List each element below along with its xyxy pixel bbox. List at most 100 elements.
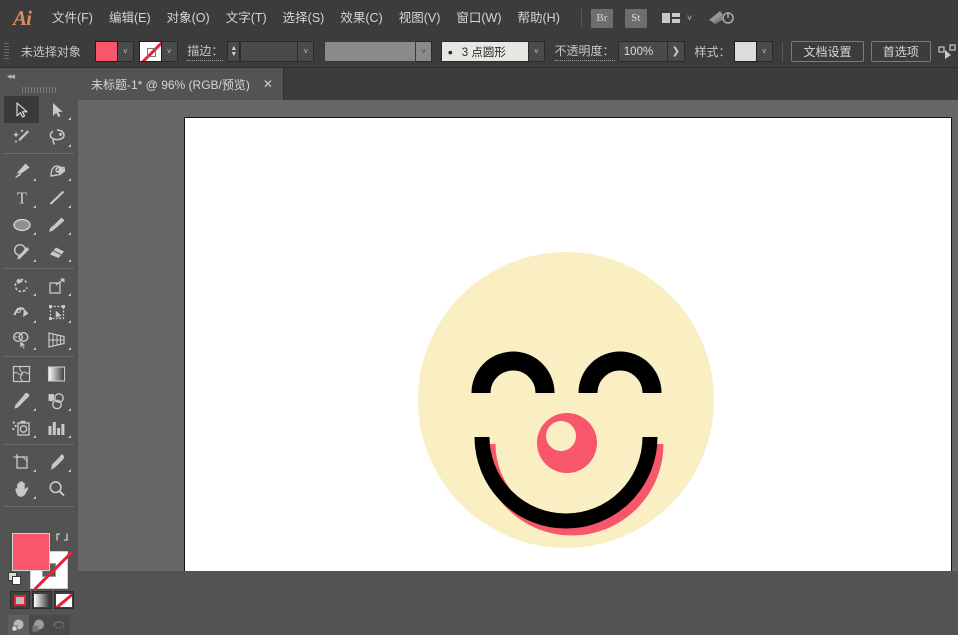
ellipse-tool[interactable]: [4, 211, 39, 238]
gradient-swatch-button[interactable]: [32, 591, 52, 609]
artboard[interactable]: [184, 117, 952, 571]
eyedropper-tool[interactable]: [4, 387, 39, 414]
brush-definition-input[interactable]: • 3 点圆形: [440, 41, 529, 62]
stroke-weight-input[interactable]: [240, 41, 299, 62]
stroke-weight-control[interactable]: ▲ ▼ ˅: [227, 41, 315, 62]
fill-color-swatch[interactable]: [12, 533, 50, 571]
eraser-tool[interactable]: [39, 238, 74, 265]
opacity-control[interactable]: 100% ❯: [617, 41, 685, 62]
fill-color-control[interactable]: ˅: [94, 41, 134, 62]
stroke-profile-control[interactable]: ˅: [324, 41, 433, 62]
graphic-style-swatch[interactable]: [733, 41, 757, 62]
stroke-color-control[interactable]: ˅: [138, 41, 178, 62]
mesh-tool[interactable]: [4, 360, 39, 387]
pen-tool[interactable]: [4, 157, 39, 184]
stroke-profile-input[interactable]: [324, 41, 417, 62]
arrange-documents-icon[interactable]: ˅: [661, 11, 692, 25]
menu-help[interactable]: 帮助(H): [510, 0, 568, 36]
perspective-grid-tool[interactable]: [39, 326, 74, 353]
fill-swatch[interactable]: [94, 41, 118, 62]
slice-tool[interactable]: [39, 448, 74, 475]
control-bar-grip[interactable]: [4, 42, 9, 61]
rotate-icon: [14, 278, 28, 292]
bridge-icon[interactable]: Br: [590, 8, 613, 28]
draw-inside-button[interactable]: [49, 615, 70, 635]
menu-window[interactable]: 窗口(W): [448, 0, 509, 36]
stroke-dropdown-button[interactable]: ˅: [161, 41, 178, 62]
menubar-divider: [580, 9, 582, 27]
width-tool[interactable]: [4, 299, 39, 326]
face-circle[interactable]: [418, 252, 714, 548]
graphic-style-dropdown-button[interactable]: ˅: [756, 41, 773, 62]
tool-panel-grip[interactable]: [0, 84, 78, 96]
menu-effect[interactable]: 效果(C): [332, 0, 390, 36]
collapse-panel-button[interactable]: ◂◂: [0, 68, 78, 84]
artboard-tool[interactable]: [4, 448, 39, 475]
stepper-down-icon: ▼: [230, 50, 238, 58]
blend-tool[interactable]: [39, 387, 74, 414]
hand-tool[interactable]: [4, 475, 39, 502]
stock-icon[interactable]: St: [624, 8, 647, 28]
menu-type[interactable]: 文字(T): [218, 0, 275, 36]
zoom-tool[interactable]: [39, 475, 74, 502]
artwork-smiley-face[interactable]: [185, 118, 953, 571]
shape-builder-tool[interactable]: [4, 326, 39, 353]
gradient-icon: [47, 365, 66, 382]
graphic-style-control[interactable]: ˅: [733, 41, 773, 62]
rotate-tool[interactable]: [4, 272, 39, 299]
column-graph-tool[interactable]: [39, 414, 74, 441]
stroke-swatch-none[interactable]: [138, 41, 162, 62]
draw-normal-button[interactable]: [8, 615, 29, 635]
menu-select[interactable]: 选择(S): [275, 0, 333, 36]
shaper-tool[interactable]: [4, 238, 39, 265]
close-icon[interactable]: ✕: [263, 78, 273, 90]
stroke-inner-square: [146, 48, 156, 57]
scale-tool[interactable]: [39, 272, 74, 299]
document-setup-button[interactable]: 文档设置: [791, 41, 864, 62]
nose-hole[interactable]: [546, 421, 576, 451]
line-segment-tool[interactable]: [39, 184, 74, 211]
type-tool[interactable]: T: [4, 184, 39, 211]
opacity-popup-button[interactable]: ❯: [667, 41, 685, 62]
menu-file[interactable]: 文件(F): [44, 0, 101, 36]
default-fill-stroke-icon[interactable]: [8, 572, 22, 589]
menu-view[interactable]: 视图(V): [391, 0, 449, 36]
paintbrush-tool[interactable]: [39, 211, 74, 238]
opacity-label: 不透明度：: [554, 42, 615, 61]
canvas-area[interactable]: [78, 100, 958, 571]
lasso-tool[interactable]: [39, 123, 74, 150]
symbol-sprayer-tool[interactable]: [4, 414, 39, 441]
color-swatch-button[interactable]: [10, 591, 30, 609]
stroke-weight-stepper[interactable]: ▲ ▼: [227, 41, 241, 62]
sync-settings-icon[interactable]: [708, 8, 734, 29]
svg-text:T: T: [16, 189, 27, 207]
brush-definition-control[interactable]: • 3 点圆形 ˅: [440, 41, 545, 62]
menu-edit[interactable]: 编辑(E): [101, 0, 159, 36]
preferences-button[interactable]: 首选项: [870, 41, 931, 62]
document-tab[interactable]: 未标题-1* @ 96% (RGB/预览) ✕: [78, 68, 284, 100]
none-swatch-button[interactable]: [54, 591, 74, 609]
type-icon: T: [16, 189, 27, 207]
fill-dropdown-button[interactable]: ˅: [117, 41, 134, 62]
style-label: 样式：: [694, 45, 731, 59]
opacity-input[interactable]: 100%: [617, 41, 668, 62]
magic-wand-tool[interactable]: [4, 123, 39, 150]
tool-divider: [4, 356, 74, 357]
free-transform-tool[interactable]: [39, 299, 74, 326]
stroke-profile-dropdown-button[interactable]: ˅: [416, 41, 433, 62]
brush-definition-dropdown-button[interactable]: ˅: [528, 41, 545, 62]
swap-fill-stroke-icon[interactable]: [55, 530, 69, 547]
app-logo: Ai: [13, 5, 32, 30]
tool-panel: ◂◂ T: [0, 68, 78, 635]
menu-object[interactable]: 对象(O): [159, 0, 218, 36]
draw-behind-button[interactable]: [29, 615, 50, 635]
tool-more-indicator: [33, 320, 36, 323]
gradient-tool[interactable]: [39, 360, 74, 387]
direct-selection-tool[interactable]: [39, 96, 74, 123]
stroke-weight-dropdown-button[interactable]: ˅: [298, 41, 315, 62]
slice-knife-icon: [50, 453, 64, 470]
selection-tool[interactable]: [4, 96, 39, 123]
curvature-tool[interactable]: [39, 157, 74, 184]
color-fill-glyph: [14, 594, 26, 606]
select-similar-objects-icon[interactable]: [938, 43, 958, 60]
